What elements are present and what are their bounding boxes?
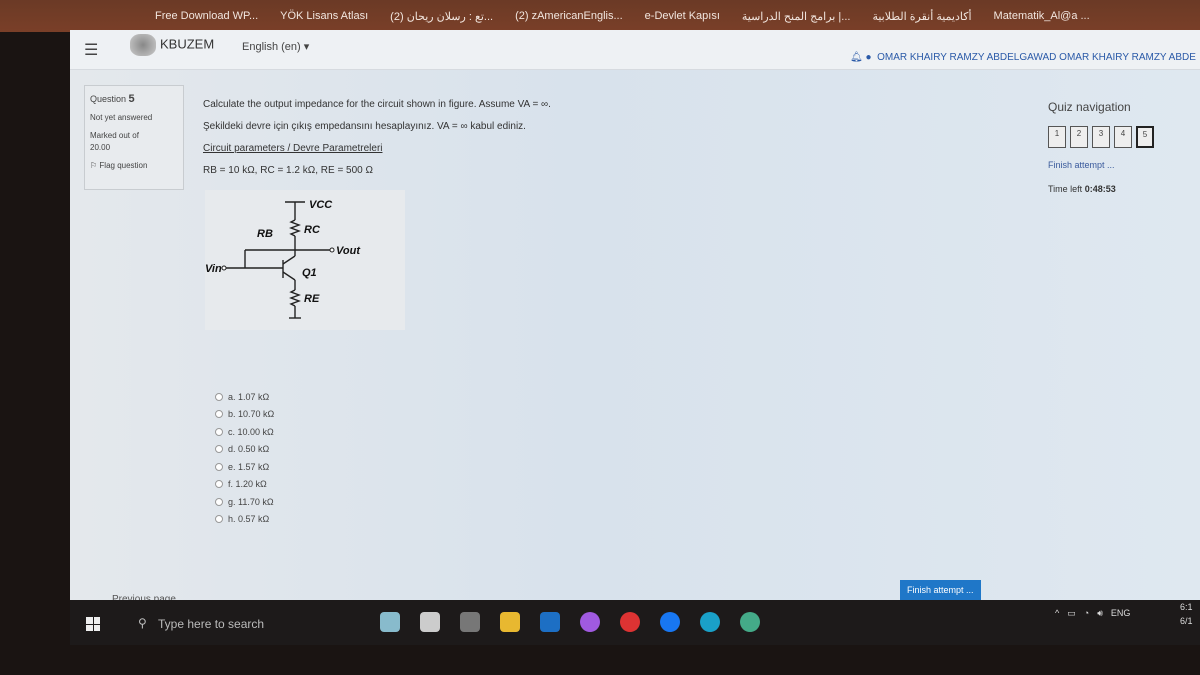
nav-question-2[interactable]: 2: [1070, 126, 1088, 148]
answer-options: a. 1.07 kΩ b. 10.70 kΩ c. 10.00 kΩ d. 0.…: [215, 388, 274, 528]
language-indicator[interactable]: ENG: [1111, 608, 1131, 619]
nav-question-1[interactable]: 1: [1048, 126, 1066, 148]
bookmark[interactable]: YÖK Lisans Atlası: [280, 10, 368, 22]
clock[interactable]: 6:1 6/1: [1180, 600, 1193, 628]
flag-question[interactable]: ⚐ Flag question: [90, 160, 178, 172]
question-info: Question 5 Not yet answered Marked out o…: [84, 85, 184, 190]
bookmark[interactable]: أكاديمية أنقرة الطلابية: [872, 10, 971, 23]
quiz-navigation: Quiz navigation 1 2 3 4 5 Finish attempt…: [1048, 100, 1154, 194]
bookmark[interactable]: تع : رسلان ريحان (2)...: [390, 10, 493, 23]
bookmark[interactable]: برامج المنح الدراسية |...: [742, 10, 851, 23]
answer-option[interactable]: g. 11.70 kΩ: [215, 493, 274, 511]
answer-option[interactable]: e. 1.57 kΩ: [215, 458, 274, 476]
answer-option[interactable]: c. 10.00 kΩ: [215, 423, 274, 441]
radio-button[interactable]: [215, 392, 223, 401]
bell-icon[interactable]: 🔔︎: [850, 52, 863, 63]
taskbar: ⚲ Type here to search ^ ▭ ◔ 🔊︎ ENG 6:1 6/1: [70, 600, 1200, 645]
site-header: ☰ KBUZEM English (en) ▾ 🔔︎ ● OMAR KHAIRY…: [70, 30, 1200, 70]
radio-button[interactable]: [215, 515, 223, 524]
flag-icon: ⚐: [90, 160, 98, 170]
radio-button[interactable]: [215, 445, 223, 454]
q1-label: Q1: [302, 267, 317, 279]
vin-label: Vin: [205, 263, 222, 275]
windows-start-icon[interactable]: [86, 617, 100, 631]
bookmarks-bar: Free Download WP... YÖK Lisans Atlası تع…: [0, 0, 1200, 32]
finish-attempt-link[interactable]: Finish attempt ...: [1048, 160, 1154, 170]
logo-icon: [130, 34, 156, 56]
finish-attempt-button[interactable]: Finish attempt ...: [900, 580, 981, 600]
rb-label: RB: [257, 228, 273, 240]
edge-icon[interactable]: [700, 612, 720, 632]
taskbar-search[interactable]: ⚲ Type here to search: [130, 612, 370, 636]
bookmark[interactable]: Free Download WP...: [155, 10, 258, 22]
app-icon[interactable]: [460, 612, 480, 632]
chrome-icon[interactable]: [620, 612, 640, 632]
language-selector[interactable]: English (en) ▾: [242, 40, 309, 53]
nav-question-5[interactable]: 5: [1136, 126, 1154, 148]
bookmark[interactable]: e-Devlet Kapısı: [645, 10, 720, 22]
taskbar-apps: [380, 612, 760, 632]
site-logo[interactable]: KBUZEM: [130, 34, 214, 56]
answer-option[interactable]: d. 0.50 kΩ: [215, 441, 274, 459]
volume-icon[interactable]: 🔊︎: [1097, 608, 1103, 619]
answer-option[interactable]: a. 1.07 kΩ: [215, 388, 274, 406]
bookmark[interactable]: Matematik_Al@a ...: [994, 10, 1090, 22]
radio-button[interactable]: [215, 480, 223, 489]
radio-button[interactable]: [215, 427, 223, 436]
vcc-label: VCC: [309, 199, 333, 211]
messenger-icon[interactable]: [580, 612, 600, 632]
radio-button[interactable]: [215, 410, 223, 419]
chat-icon[interactable]: ●: [865, 52, 871, 63]
answer-option[interactable]: b. 10.70 kΩ: [215, 406, 274, 424]
facebook-icon[interactable]: [660, 612, 680, 632]
chrome-icon[interactable]: [740, 612, 760, 632]
user-menu[interactable]: 🔔︎ ● OMAR KHAIRY RAMZY ABDELGAWAD OMAR K…: [850, 52, 1196, 63]
re-label: RE: [304, 293, 320, 305]
question-text: Calculate the output impedance for the c…: [203, 99, 551, 176]
quiz-page: Question 5 Not yet answered Marked out o…: [70, 70, 1200, 605]
vout-label: Vout: [336, 245, 361, 257]
rc-label: RC: [304, 224, 321, 236]
battery-icon[interactable]: ▭: [1067, 608, 1076, 619]
nav-question-4[interactable]: 4: [1114, 126, 1132, 148]
answer-option[interactable]: h. 0.57 kΩ: [215, 511, 274, 529]
bookmark[interactable]: (2) zAmericanEnglis...: [515, 10, 623, 22]
answer-option[interactable]: f. 1.20 kΩ: [215, 476, 274, 494]
system-tray: ^ ▭ ◔ 🔊︎ ENG: [1055, 608, 1130, 619]
app-icon[interactable]: [420, 612, 440, 632]
time-left: Time left 0:48:53: [1048, 184, 1116, 194]
chevron-up-icon[interactable]: ^: [1055, 608, 1059, 619]
file-explorer-icon[interactable]: [500, 612, 520, 632]
app-icon[interactable]: [380, 612, 400, 632]
nav-question-3[interactable]: 3: [1092, 126, 1110, 148]
circuit-diagram: VCC RB RC Vout Vin Q1 RE: [205, 190, 405, 330]
mail-icon[interactable]: [540, 612, 560, 632]
hamburger-menu-icon[interactable]: ☰: [84, 40, 98, 60]
radio-button[interactable]: [215, 497, 223, 506]
wifi-icon[interactable]: ◔: [1084, 608, 1089, 619]
search-icon: ⚲: [138, 616, 147, 630]
radio-button[interactable]: [215, 462, 223, 471]
